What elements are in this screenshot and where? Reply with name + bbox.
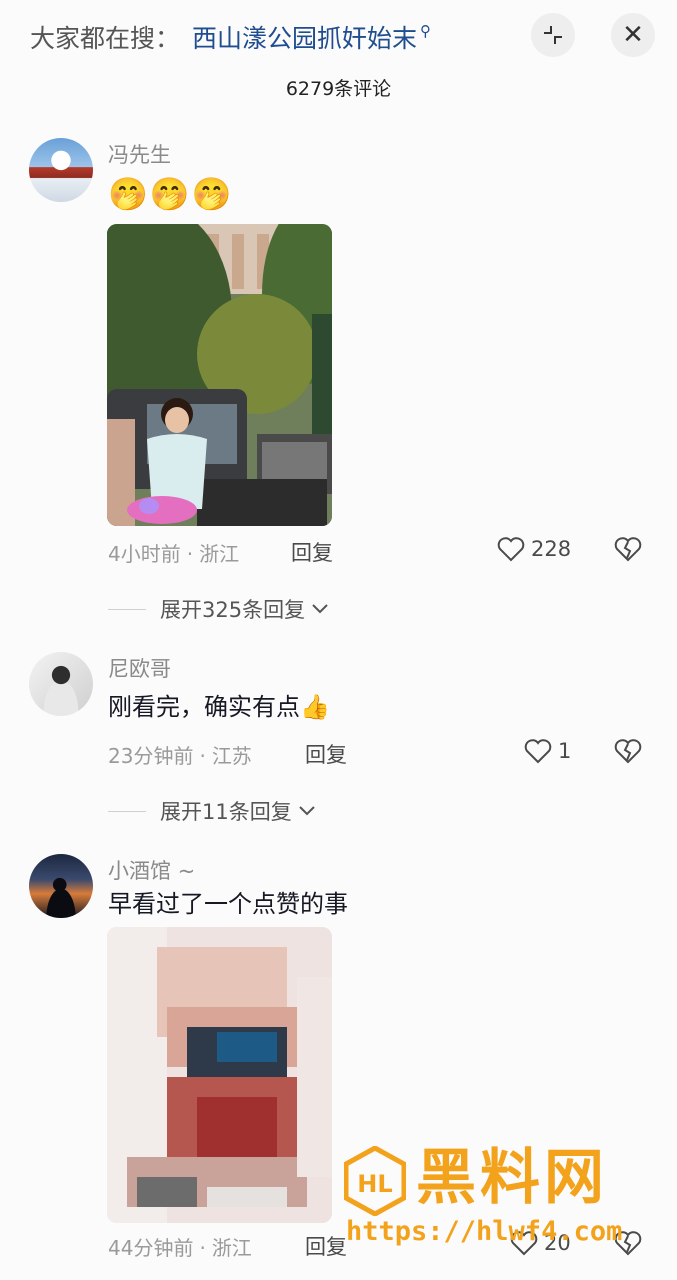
comment-image[interactable] [107, 927, 332, 1223]
comment-text: 早看过了一个点赞的事 [108, 890, 348, 918]
comment-username[interactable]: 冯先生 [108, 139, 171, 169]
search-icon: ⚲ [420, 22, 432, 40]
comment-time: 23分钟前 [108, 744, 194, 768]
watermark-logo: HL [344, 1146, 406, 1216]
heart-icon [524, 739, 552, 764]
reply-button[interactable]: 回复 [305, 739, 347, 769]
comment-location: 浙江 [199, 542, 240, 566]
dislike-button[interactable] [614, 738, 642, 768]
comment-username[interactable]: 小酒馆 ~ [108, 855, 195, 885]
comment-count: 6279条评论 [285, 78, 392, 100]
expand-replies-button[interactable]: 展开325条回复 [108, 594, 329, 624]
comment-time: 44分钟前 [108, 1236, 194, 1260]
like-count: 1 [558, 739, 572, 763]
watermark-logo-text: HL [357, 1170, 392, 1198]
comment-location: 浙江 [211, 1236, 252, 1260]
comment-time: 4小时前 [108, 542, 181, 566]
collapse-button[interactable] [531, 13, 575, 57]
avatar[interactable] [29, 652, 93, 716]
top-bar: 大家都在搜： 西山漾公园抓奸始末 ⚲ ✕ [0, 0, 677, 70]
expand-replies-button[interactable]: 展开11条回复 [108, 796, 316, 826]
close-button[interactable]: ✕ [611, 13, 655, 57]
comment-location: 江苏 [211, 744, 252, 768]
broken-heart-icon [614, 739, 642, 764]
collapse-icon [544, 26, 562, 44]
hot-search-link[interactable]: 西山漾公园抓奸始末 ⚲ [192, 19, 431, 55]
reply-button[interactable]: 回复 [291, 537, 333, 567]
watermark-url: https://hlwf4.com [346, 1216, 623, 1247]
close-icon: ✕ [622, 20, 644, 50]
like-count: 228 [531, 537, 572, 561]
broken-heart-icon [614, 537, 642, 562]
comment-meta: 44分钟前 · 浙江 [108, 1232, 252, 1261]
dislike-button[interactable] [614, 536, 642, 566]
watermark-title: 黑料网 [416, 1143, 608, 1213]
comment-text: 🤭🤭🤭 [108, 175, 234, 213]
avatar[interactable] [29, 854, 93, 918]
like-button[interactable]: 228 [497, 536, 571, 562]
hot-search-prefix: 大家都在搜： [30, 24, 181, 53]
expand-replies-label: 展开11条回复 [160, 800, 292, 824]
divider [108, 608, 146, 610]
divider [108, 810, 146, 812]
meta-separator: · [199, 744, 206, 768]
chevron-down-icon [312, 604, 328, 614]
meta-separator: · [199, 1236, 206, 1260]
reply-button[interactable]: 回复 [305, 1231, 347, 1261]
site-watermark: HL 黑料网 https://hlwf4.com [344, 1140, 664, 1260]
like-button[interactable]: 1 [524, 738, 571, 764]
comment-meta: 23分钟前 · 江苏 [108, 740, 252, 769]
avatar[interactable] [29, 138, 93, 202]
comment-text: 刚看完，确实有点👍 [108, 693, 330, 721]
expand-replies-label: 展开325条回复 [160, 598, 306, 622]
comment-meta: 4小时前 · 浙江 [108, 538, 239, 567]
chevron-down-icon [299, 806, 315, 816]
hot-search-query[interactable]: 西山漾公园抓奸始末 [192, 24, 417, 53]
meta-separator: · [186, 542, 194, 566]
comment-image[interactable] [107, 224, 332, 526]
comment-username[interactable]: 尼欧哥 [108, 653, 171, 683]
heart-icon [497, 537, 525, 562]
